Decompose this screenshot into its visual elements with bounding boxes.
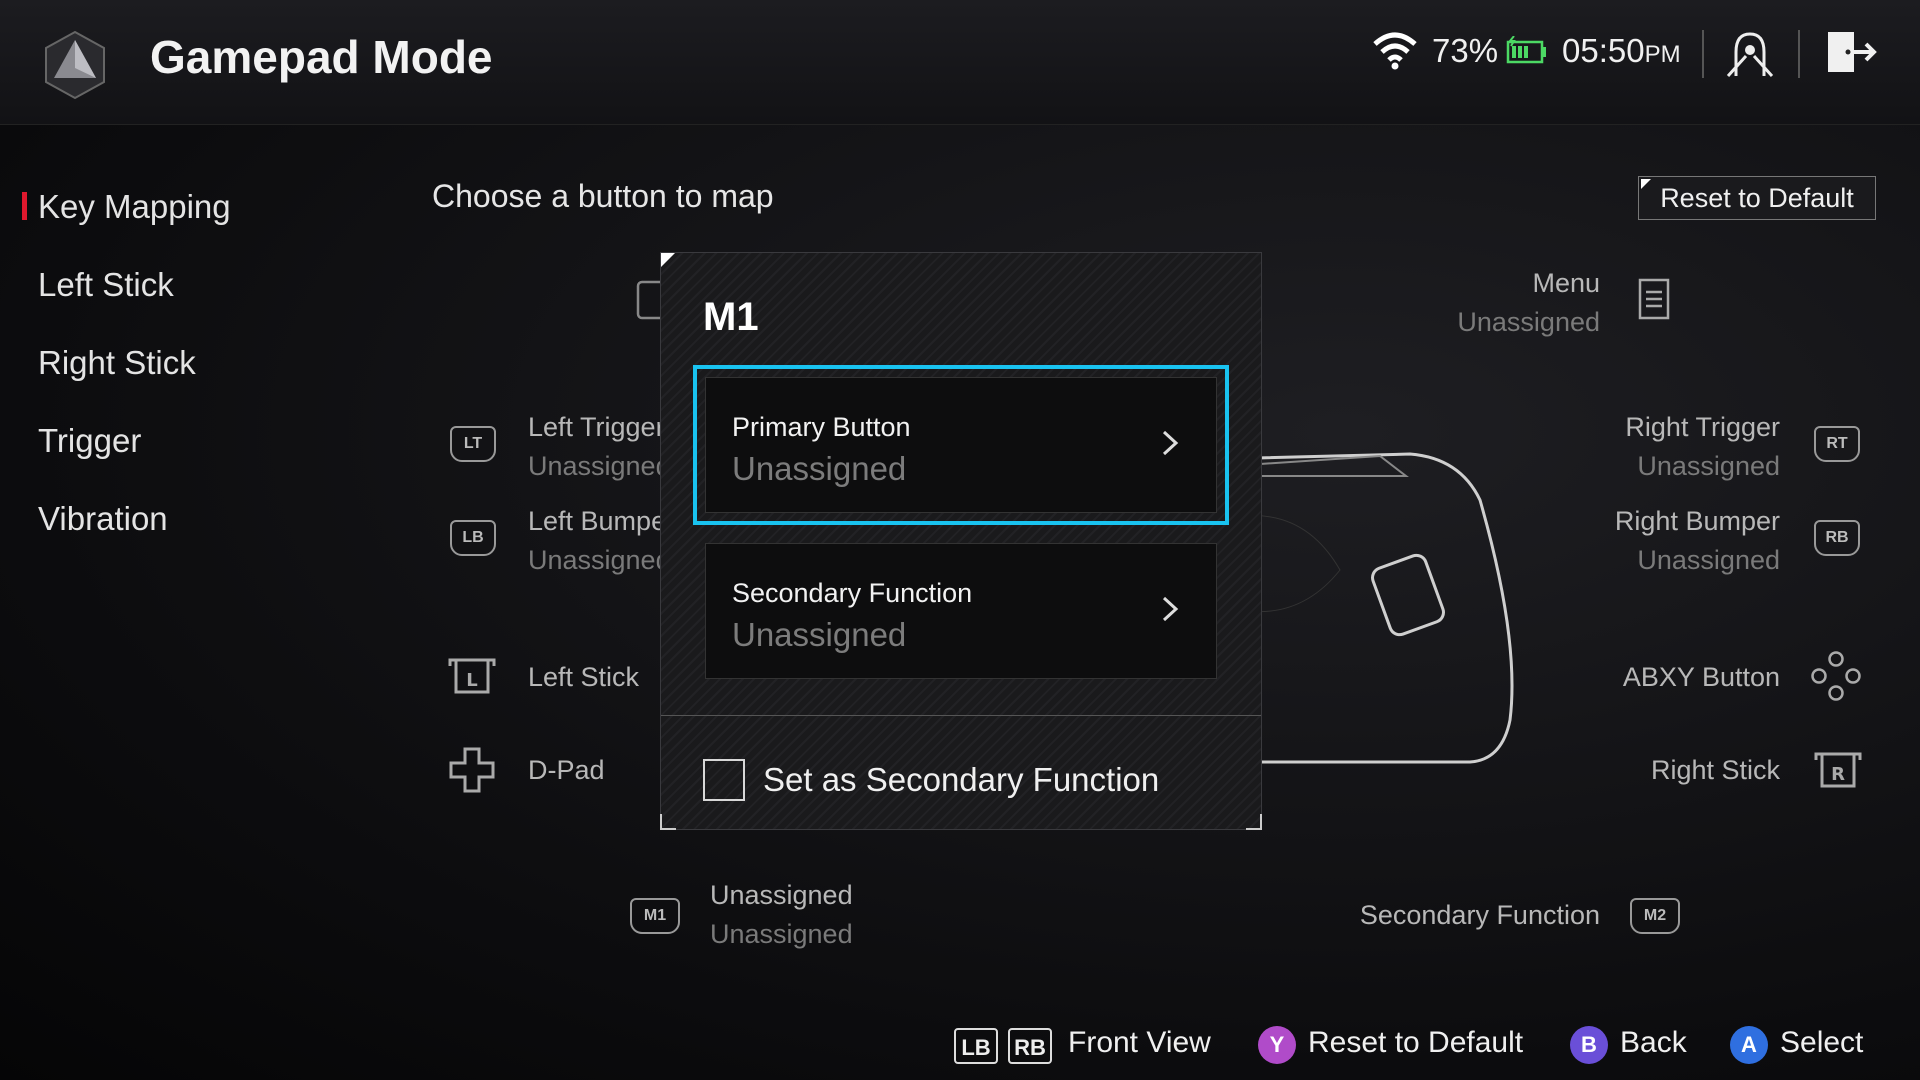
section-heading: Choose a button to map — [432, 178, 774, 214]
m1-mapping-dialog: M1 Primary Button Unassigned Secondary F… — [660, 252, 1262, 830]
m2-icon: M2 — [1630, 898, 1680, 934]
right-stick-mapping[interactable]: Right Stick — [1560, 751, 1780, 790]
menu-button-icon — [1638, 278, 1670, 320]
b-button-icon: B — [1570, 1026, 1608, 1064]
m1-name: Unassigned — [710, 880, 853, 910]
sidebar-item-right-stick[interactable]: Right Stick — [38, 344, 196, 382]
m1-mapping[interactable]: Unassigned Unassigned — [710, 876, 853, 954]
left-bumper-icon: LB — [450, 520, 496, 556]
left-stick-mapping[interactable]: Left Stick — [528, 658, 639, 697]
profile-icon[interactable] — [1722, 26, 1778, 82]
chevron-right-icon — [1162, 430, 1179, 456]
right-bumper-mapping[interactable]: Right Bumper Unassigned — [1560, 502, 1780, 580]
chevron-right-icon — [1162, 596, 1179, 622]
svg-text:R: R — [1831, 764, 1845, 785]
left-trigger-icon: LT — [450, 426, 496, 462]
left-bumper-value: Unassigned — [528, 545, 671, 575]
battery-icon — [1506, 36, 1546, 64]
active-indicator — [22, 192, 27, 220]
right-trigger-name: Right Trigger — [1625, 412, 1780, 442]
primary-button-value: Unassigned — [732, 450, 907, 487]
dpad-mapping[interactable]: D-Pad — [528, 751, 605, 790]
clock-time: 05:50 — [1562, 32, 1645, 69]
dialog-divider — [661, 715, 1261, 716]
dpad-icon — [449, 747, 495, 793]
clock-suffix: PM — [1644, 41, 1681, 68]
right-trigger-mapping[interactable]: Right Trigger Unassigned — [1560, 408, 1780, 486]
exit-icon[interactable] — [1822, 24, 1878, 80]
left-trigger-mapping[interactable]: Left Trigger Unassigned — [528, 408, 671, 486]
sidebar-item-trigger[interactable]: Trigger — [38, 422, 141, 460]
select-hint[interactable]: Select — [1780, 1026, 1863, 1060]
separator — [1798, 30, 1800, 78]
battery-percent: 73% — [1432, 32, 1499, 69]
left-stick-icon: L — [448, 658, 496, 694]
menu-value: Unassigned — [1457, 307, 1600, 337]
sidebar-item-key-mapping[interactable]: Key Mapping — [38, 188, 231, 226]
left-bumper-mapping[interactable]: Left Bumper Unassigned — [528, 502, 675, 580]
left-trigger-name: Left Trigger — [528, 412, 665, 442]
separator — [1702, 30, 1704, 78]
right-stick-icon: R — [1814, 752, 1862, 788]
secondary-function-value: Unassigned — [732, 616, 907, 653]
secondary-function-checkbox[interactable] — [703, 759, 745, 801]
menu-name: Menu — [1532, 268, 1600, 298]
rb-key-icon: RB — [1008, 1028, 1052, 1064]
a-button-icon: A — [1730, 1026, 1768, 1064]
lb-key-icon: LB — [954, 1028, 998, 1064]
primary-button-label: Primary Button — [732, 412, 911, 442]
page-title: Gamepad Mode — [150, 31, 493, 83]
secondary-function-label: Secondary Function — [732, 578, 973, 608]
y-button-icon: Y — [1258, 1026, 1296, 1064]
secondary-function-option[interactable]: Secondary Function Unassigned — [705, 543, 1217, 679]
clock: 05:50PM — [1562, 32, 1681, 70]
reset-to-default-hint[interactable]: Reset to Default — [1308, 1026, 1523, 1060]
svg-text:L: L — [466, 670, 477, 691]
menu-mapping[interactable]: Menu Unassigned — [1420, 264, 1600, 342]
corner-mark — [660, 814, 676, 830]
right-trigger-value: Unassigned — [1637, 451, 1780, 481]
sidebar-item-vibration[interactable]: Vibration — [38, 500, 168, 538]
primary-button-option[interactable]: Primary Button Unassigned — [693, 365, 1229, 525]
m2-mapping[interactable]: Secondary Function — [1340, 896, 1600, 935]
dialog-title: M1 — [703, 295, 759, 339]
m1-value: Unassigned — [710, 919, 853, 949]
right-bumper-value: Unassigned — [1637, 545, 1780, 575]
wifi-icon — [1373, 32, 1417, 70]
rog-logo-icon — [45, 30, 105, 100]
left-trigger-value: Unassigned — [528, 451, 671, 481]
corner-mark — [1246, 814, 1262, 830]
back-hint[interactable]: Back — [1620, 1026, 1687, 1060]
front-view-hint[interactable]: Front View — [1068, 1026, 1211, 1060]
right-bumper-name: Right Bumper — [1614, 506, 1780, 536]
m1-icon: M1 — [630, 898, 680, 934]
checkbox-label: Set as Secondary Function — [763, 761, 1160, 798]
left-bumper-name: Left Bumper — [528, 506, 676, 536]
right-trigger-icon: RT — [1814, 426, 1860, 462]
reset-to-default-button[interactable]: Reset to Default — [1638, 176, 1876, 220]
abxy-icon — [1811, 651, 1861, 701]
sidebar-item-left-stick[interactable]: Left Stick — [38, 266, 174, 304]
abxy-mapping[interactable]: ABXY Button — [1560, 658, 1780, 697]
right-bumper-icon: RB — [1814, 520, 1860, 556]
